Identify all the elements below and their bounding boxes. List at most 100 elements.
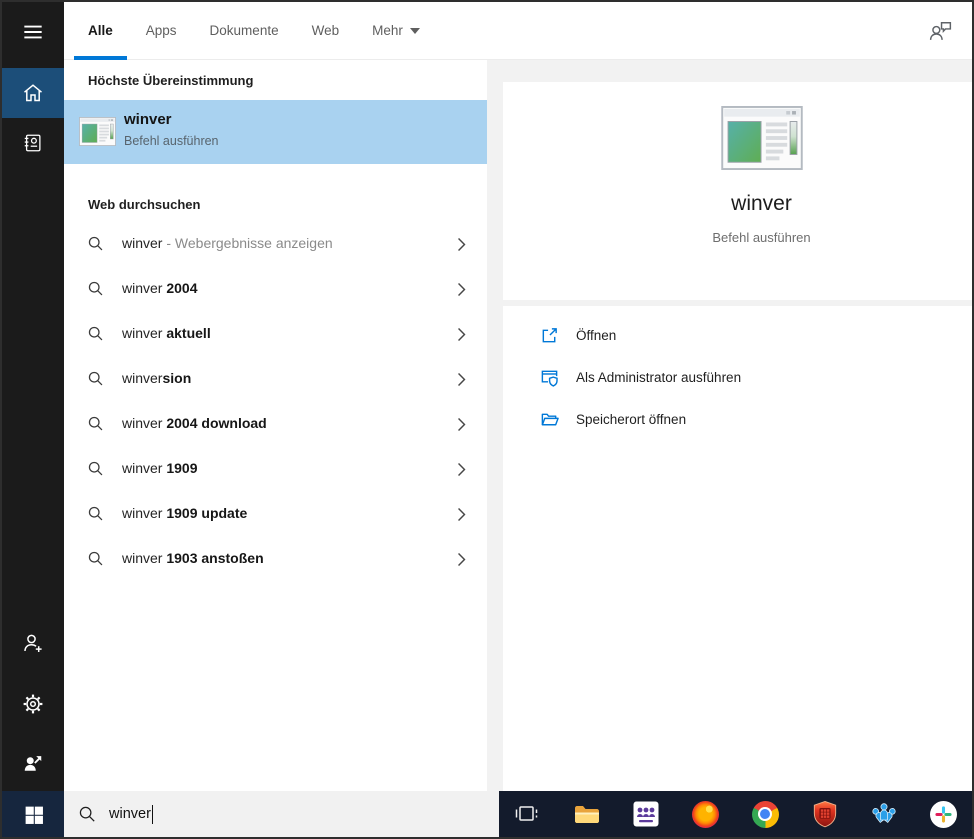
actions-card: Öffnen Als Administrator ausführen Speic…	[503, 306, 972, 791]
best-match-item-winver[interactable]: winver Befehl ausführen	[64, 100, 487, 164]
suggestion-completion: 2004	[162, 280, 198, 296]
chevron-right-icon[interactable]	[456, 281, 467, 298]
web-search-header: Web durchsuchen	[88, 197, 201, 212]
tab-mehr[interactable]: Mehr	[372, 2, 420, 60]
search-icon	[87, 550, 104, 567]
windows-logo-icon	[23, 804, 44, 825]
action-location-label: Speicherort öffnen	[576, 411, 687, 427]
sidebar-home-button[interactable]	[2, 68, 64, 118]
suggestion-typed: winver	[122, 505, 163, 521]
file-explorer-button[interactable]	[573, 800, 601, 828]
sidebar-settings-button[interactable]	[2, 681, 64, 727]
preview-subtitle: Befehl ausführen	[712, 230, 811, 245]
search-icon	[87, 370, 104, 387]
best-match-header: Höchste Übereinstimmung	[88, 73, 254, 88]
chevron-right-icon[interactable]	[456, 326, 467, 343]
preview-panel: winver Befehl ausführen Öffnen Als Admin…	[503, 60, 972, 791]
results-pane: Höchste Übereinstimmung winver Befehl au…	[64, 60, 487, 791]
taskbar-search-input[interactable]: winver	[64, 791, 499, 837]
suggestion-completion: 1903 anstoßen	[162, 550, 264, 566]
meeting-app-icon	[633, 801, 659, 827]
firefox-button[interactable]	[692, 800, 720, 828]
start-button[interactable]	[2, 791, 64, 837]
chevron-right-icon[interactable]	[456, 551, 467, 568]
best-match-title: winver	[124, 111, 172, 128]
suggestion-row[interactable]: winver 2004	[64, 267, 487, 312]
task-view-button[interactable]	[513, 800, 541, 828]
tab-dokumente[interactable]: Dokumente	[210, 2, 279, 60]
tab-web[interactable]: Web	[312, 2, 340, 60]
sidebar-search-history-button[interactable]	[2, 118, 64, 168]
chrome-button[interactable]	[751, 800, 779, 828]
meeting-app-button[interactable]	[632, 800, 660, 828]
chevron-right-icon[interactable]	[456, 461, 467, 478]
suggestion-row[interactable]: winver aktuell	[64, 312, 487, 357]
tab-web-label: Web	[311, 23, 340, 38]
user-feedback-button[interactable]	[927, 18, 954, 43]
task-view-icon	[514, 801, 540, 827]
suggestion-row[interactable]: winver - Webergebnisse anzeigen	[64, 222, 487, 267]
suggestion-row[interactable]: winver 1909	[64, 447, 487, 492]
suggestion-completion: sion	[162, 370, 192, 386]
security-shield-icon	[812, 800, 838, 828]
security-shield-app-button[interactable]	[811, 800, 839, 828]
chevron-right-icon[interactable]	[456, 371, 467, 388]
person-feedback-icon	[927, 18, 954, 43]
gear-icon	[21, 692, 45, 716]
suggestion-typed: winver	[122, 235, 163, 251]
tab-alle-label: Alle	[88, 23, 113, 38]
suggestion-row[interactable]: winversion	[64, 357, 487, 402]
home-icon	[21, 81, 45, 105]
sidebar-account-button[interactable]	[2, 620, 64, 666]
search-icon	[87, 325, 104, 342]
pane-divider	[487, 60, 503, 791]
tab-alle[interactable]: Alle	[74, 2, 127, 60]
best-match-subtitle: Befehl ausführen	[124, 134, 219, 148]
chrome-icon	[751, 800, 779, 828]
notes-app-button[interactable]	[870, 800, 898, 828]
action-run-as-admin[interactable]: Als Administrator ausführen	[503, 356, 972, 398]
admin-shield-icon	[540, 368, 559, 387]
suggestion-row[interactable]: winver 2004 download	[64, 402, 487, 447]
search-input-value: winver	[109, 806, 151, 822]
preview-title: winver	[731, 192, 792, 215]
suggestion-completion: 1909 update	[162, 505, 248, 521]
winver-app-icon-large	[720, 106, 803, 170]
tab-apps[interactable]: Apps	[146, 2, 177, 60]
search-icon	[87, 280, 104, 297]
windows-search-flyout: Alle Apps Dokumente Web Mehr Höchste Übe…	[0, 0, 974, 839]
hamburger-icon	[20, 19, 46, 45]
search-icon	[87, 415, 104, 432]
add-user-icon	[21, 631, 45, 655]
search-icon	[87, 505, 104, 522]
sidebar-feedback-button[interactable]	[2, 740, 64, 786]
tab-mehr-label: Mehr	[372, 23, 403, 38]
suggestion-row[interactable]: winver 1909 update	[64, 492, 487, 537]
action-open[interactable]: Öffnen	[503, 314, 972, 356]
winver-app-icon	[79, 117, 116, 146]
open-icon	[540, 326, 559, 345]
suggestion-completion: 1909	[162, 460, 198, 476]
slack-button[interactable]	[930, 800, 958, 828]
search-icon	[78, 805, 96, 823]
action-list: Öffnen Als Administrator ausführen Speic…	[503, 314, 972, 440]
suggestion-typed: winver	[122, 550, 163, 566]
suggestion-completion: - Webergebnisse anzeigen	[162, 235, 333, 251]
action-admin-label: Als Administrator ausführen	[576, 369, 742, 385]
suggestion-row[interactable]: winver 1903 anstoßen	[64, 537, 487, 582]
chevron-right-icon[interactable]	[456, 506, 467, 523]
search-icon	[87, 235, 104, 252]
person-share-icon	[22, 752, 44, 774]
hamburger-menu-button[interactable]	[2, 10, 64, 54]
tab-dokumente-label: Dokumente	[209, 23, 279, 38]
search-icon	[87, 460, 104, 477]
chevron-right-icon[interactable]	[456, 416, 467, 433]
firefox-icon	[692, 800, 720, 828]
sidebar	[2, 2, 64, 837]
suggestion-typed: winver	[122, 460, 163, 476]
web-suggestion-list: winver - Webergebnisse anzeigen winver 2…	[64, 222, 487, 582]
action-open-file-location[interactable]: Speicherort öffnen	[503, 398, 972, 440]
chevron-down-icon	[409, 27, 420, 34]
tab-apps-label: Apps	[145, 23, 177, 38]
chevron-right-icon[interactable]	[456, 236, 467, 253]
